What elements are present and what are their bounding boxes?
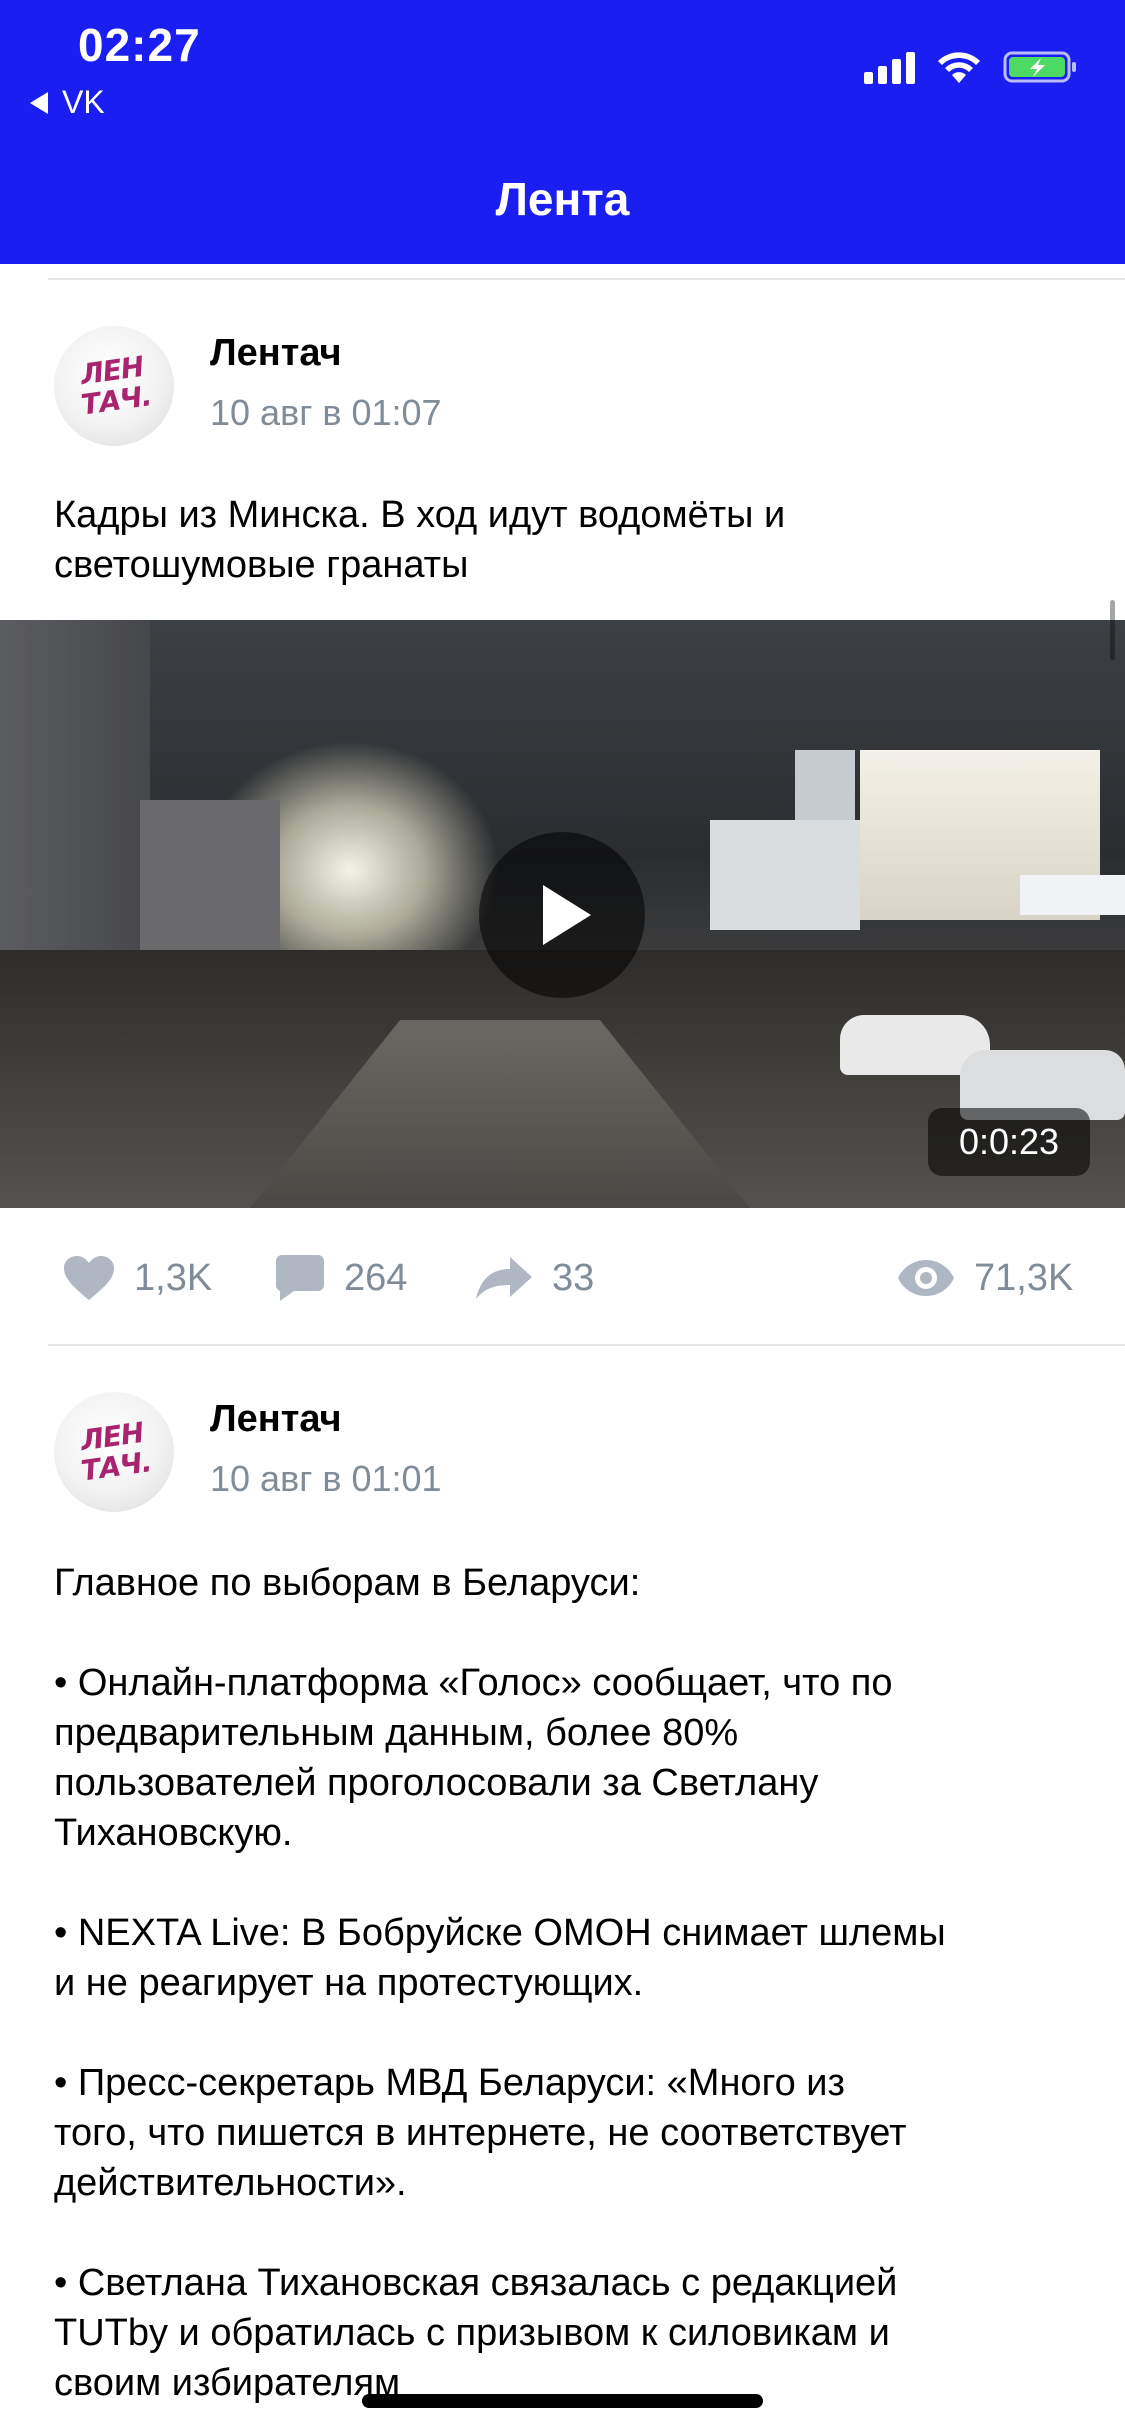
wifi-icon xyxy=(938,52,980,83)
scroll-indicator xyxy=(1110,600,1115,660)
avatar[interactable]: ЛЕН ТАЧ. xyxy=(54,1392,174,1512)
back-app-label: VK xyxy=(62,84,105,120)
post-text-line: Главное по выборам в Беларуси: xyxy=(54,1562,641,1604)
post-divider xyxy=(48,1344,1125,1346)
post-author[interactable]: Лентач xyxy=(210,332,342,375)
comment-count: 264 xyxy=(344,1256,408,1299)
post-date: 10 авг в 01:01 xyxy=(210,1458,442,1499)
status-time: 02:27 xyxy=(78,19,201,71)
post-text-line: пользователей проголосовали за Светлану xyxy=(54,1762,819,1804)
page-title: Лента xyxy=(495,173,630,225)
post-text-line: • NEXTA Live: В Бобруйске ОМОН снимает ш… xyxy=(54,1912,946,1954)
home-indicator[interactable] xyxy=(362,2394,763,2408)
lentach-logo: ЛЕН ТАЧ. xyxy=(78,1415,153,1488)
post-text-line: и не реагирует на протестующих. xyxy=(54,1962,644,2004)
heart-icon xyxy=(64,1256,114,1300)
avatar[interactable]: ЛЕН ТАЧ. xyxy=(54,326,174,446)
post-text-line: Тихановскую. xyxy=(54,1812,293,1854)
comment-icon xyxy=(275,1255,324,1301)
views-count: 71,3K xyxy=(974,1256,1074,1299)
app-header: 02:27 VK Лента xyxy=(0,0,1125,264)
signal-icon xyxy=(864,50,915,84)
post-text-line: светошумовые гранаты xyxy=(54,544,469,586)
post-date: 10 авг в 01:07 xyxy=(210,392,442,433)
post-text-line: TUTby и обратилась с призывом к силовика… xyxy=(54,2312,890,2354)
status-icons xyxy=(864,50,1079,84)
post-header: ЛЕН ТАЧ. Лентач 10 авг в 01:07 xyxy=(54,326,1074,450)
like-count: 1,3K xyxy=(134,1256,213,1299)
like-button[interactable]: 1,3K xyxy=(62,1248,212,1308)
post-text: Кадры из Минска. В ход идут водомёты и с… xyxy=(54,490,1084,590)
share-button[interactable]: 33 xyxy=(474,1248,594,1308)
post-text-line: • Онлайн-платформа «Голос» сообщает, что… xyxy=(54,1662,893,1704)
back-arrow-icon xyxy=(30,91,48,114)
post-text-line: действительности». xyxy=(54,2162,407,2204)
post-text-line: Кадры из Минска. В ход идут водомёты и xyxy=(54,494,786,536)
eye-icon xyxy=(898,1260,954,1296)
post-header: ЛЕН ТАЧ. Лентач 10 авг в 01:01 xyxy=(54,1392,1074,1516)
share-arrow-icon xyxy=(476,1257,532,1299)
play-icon xyxy=(543,885,591,945)
lentach-logo: ЛЕН ТАЧ. xyxy=(78,349,153,422)
post-text-line: • Светлана Тихановская связалась с редак… xyxy=(54,2262,898,2304)
views-counter: 71,3K xyxy=(896,1248,1073,1308)
post-text: Главное по выборам в Беларуси: • Онлайн-… xyxy=(54,1558,1084,2408)
post-actions: 1,3K 264 33 71,3K xyxy=(62,1248,1073,1308)
play-button[interactable] xyxy=(479,832,645,998)
feed-divider xyxy=(48,278,1125,280)
post-text-line: • Пресс-секретарь МВД Беларуси: «Много и… xyxy=(54,2062,845,2104)
back-to-app-link[interactable]: VK xyxy=(30,84,105,121)
post-author[interactable]: Лентач xyxy=(210,1398,342,1441)
video-player[interactable]: 0:0:23 xyxy=(0,620,1125,1208)
post-text-line: того, что пишется в интернете, не соотве… xyxy=(54,2112,907,2154)
share-count: 33 xyxy=(552,1256,595,1299)
post-text-line: предварительным данным, более 80% xyxy=(54,1712,739,1754)
comment-button[interactable]: 264 xyxy=(274,1248,407,1308)
video-duration: 0:0:23 xyxy=(928,1108,1090,1176)
battery-charging-icon xyxy=(1003,51,1076,83)
